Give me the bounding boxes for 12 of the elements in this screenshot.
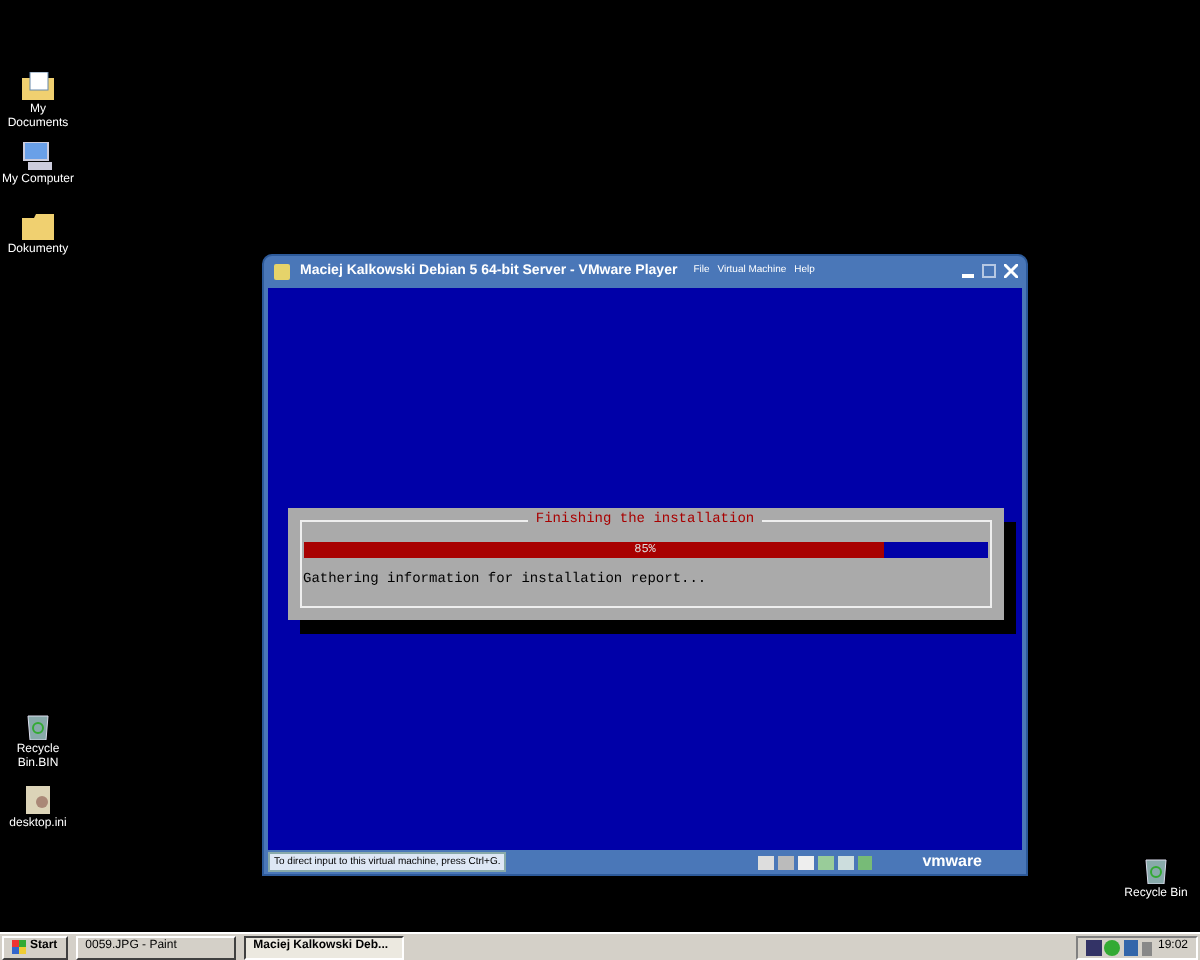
folder-icon[interactable]: [22, 214, 54, 240]
minimize-icon[interactable]: [962, 273, 974, 278]
recycle-bin-icon[interactable]: [26, 712, 50, 740]
windows-logo-icon: [12, 940, 26, 954]
brand-logo: vmware: [922, 850, 982, 874]
close-icon[interactable]: [1004, 264, 1018, 279]
recycle-bin-icon[interactable]: [1144, 856, 1168, 884]
device-icons-drawing: [758, 853, 875, 871]
maximize-icon[interactable]: [982, 264, 996, 279]
document-folder-icon[interactable]: [22, 72, 54, 100]
app-icon: [272, 261, 292, 282]
computer-icon[interactable]: [22, 142, 54, 170]
